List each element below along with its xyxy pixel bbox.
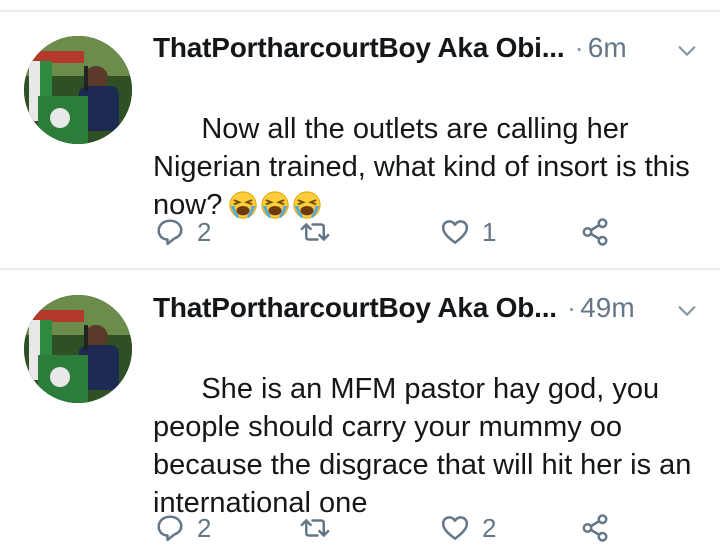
reply-icon bbox=[157, 515, 183, 542]
retweet-button[interactable] bbox=[300, 212, 342, 252]
avatar-image bbox=[24, 295, 132, 403]
chevron-down-icon[interactable] bbox=[676, 300, 698, 322]
share-button[interactable] bbox=[580, 212, 610, 252]
like-button[interactable]: 2 bbox=[440, 508, 496, 548]
retweet-icon bbox=[300, 519, 330, 537]
reply-button[interactable]: 2 bbox=[155, 212, 211, 252]
like-count: 1 bbox=[482, 216, 497, 247]
author-name[interactable]: ThatPortharcourtBoy Aka Ob... bbox=[153, 292, 557, 324]
avatar[interactable] bbox=[24, 36, 132, 144]
like-button[interactable]: 1 bbox=[440, 212, 496, 252]
divider bbox=[0, 10, 720, 12]
tweet-header: ThatPortharcourtBoy Aka Ob... · 49m bbox=[153, 288, 700, 328]
retweet-button[interactable] bbox=[300, 508, 342, 548]
timestamp[interactable]: · 49m bbox=[567, 292, 635, 324]
timestamp[interactable]: · 6m bbox=[574, 32, 626, 64]
tweet-actions: 2 2 bbox=[153, 508, 673, 548]
timeline-feed: ThatPortharcourtBoy Aka Obi... · 6m Now a… bbox=[0, 0, 720, 550]
share-icon bbox=[582, 514, 608, 542]
share-button[interactable] bbox=[580, 508, 610, 548]
author-name[interactable]: ThatPortharcourtBoy Aka Obi... bbox=[153, 32, 565, 64]
chevron-down-icon[interactable] bbox=[676, 40, 698, 62]
share-icon bbox=[582, 218, 608, 246]
tweet-actions: 2 1 bbox=[153, 212, 673, 252]
heart-icon bbox=[441, 220, 469, 244]
like-count: 2 bbox=[482, 512, 497, 543]
reply-count: 2 bbox=[197, 512, 212, 543]
heart-icon bbox=[441, 516, 469, 540]
divider bbox=[0, 268, 720, 270]
avatar[interactable] bbox=[24, 295, 132, 403]
avatar-image bbox=[24, 36, 132, 144]
reply-button[interactable]: 2 bbox=[155, 508, 211, 548]
reply-icon bbox=[157, 219, 183, 246]
tweet-header: ThatPortharcourtBoy Aka Obi... · 6m bbox=[153, 28, 700, 68]
reply-count: 2 bbox=[197, 216, 212, 247]
retweet-icon bbox=[300, 223, 330, 241]
